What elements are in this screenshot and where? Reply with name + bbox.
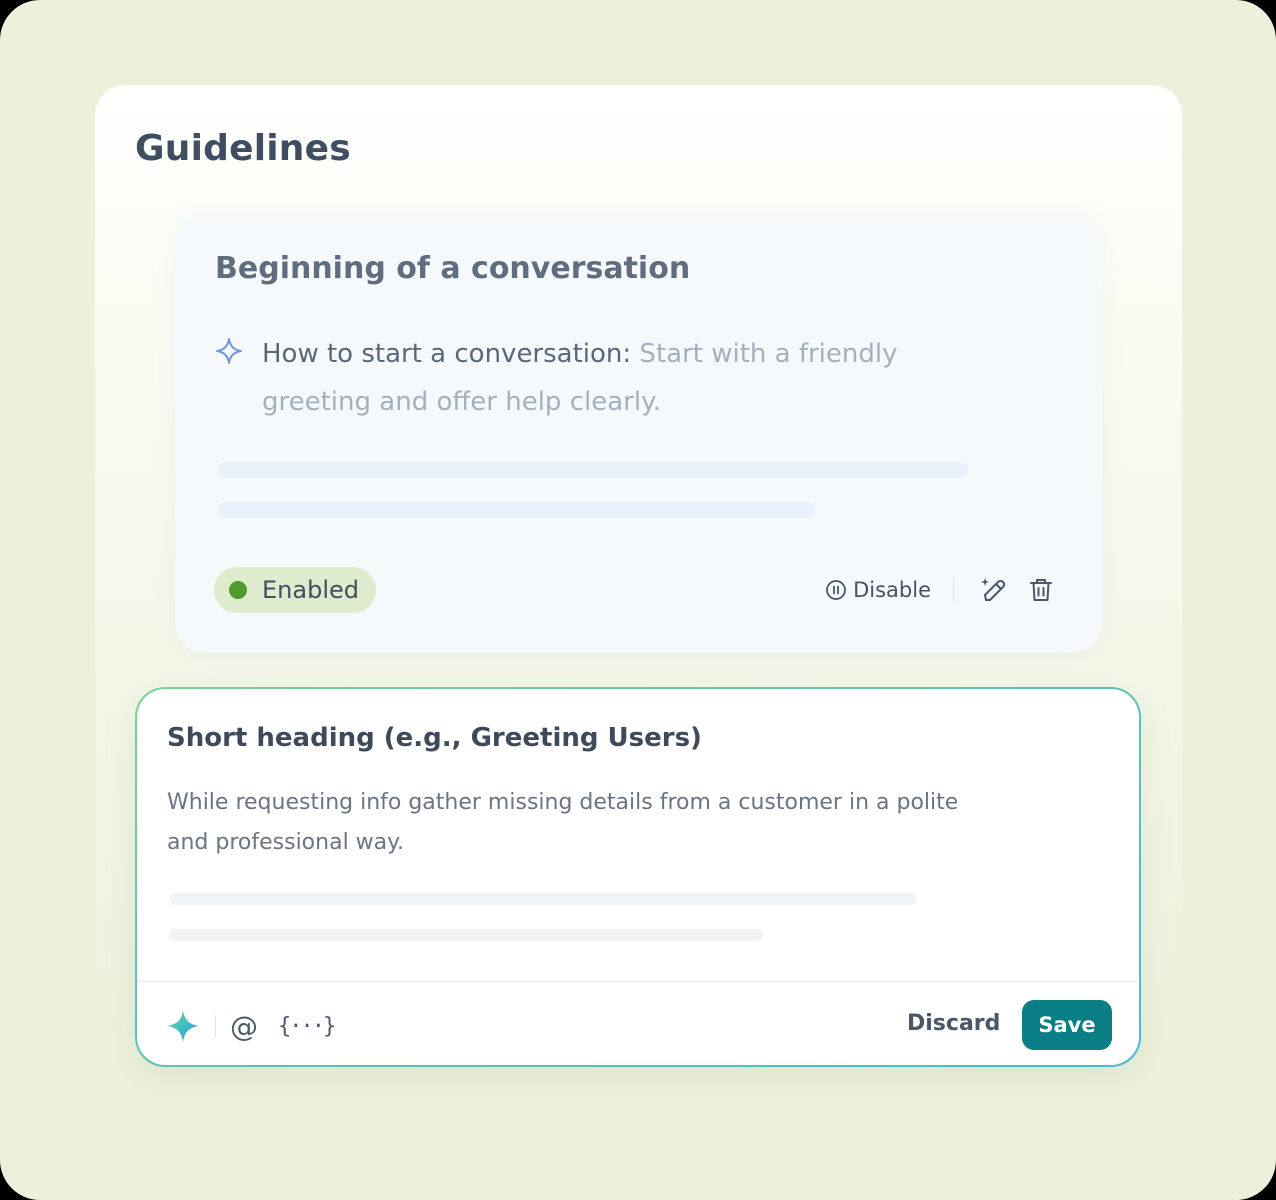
magic-edit-icon [981,578,1006,601]
skeleton-line [218,462,968,478]
divider [953,578,954,602]
skeleton-line [218,502,815,518]
divider [215,1015,216,1037]
pause-circle-icon [826,580,846,600]
mention-button[interactable]: @ [230,1010,258,1043]
delete-button[interactable] [1024,573,1058,607]
variable-icon: {···} [278,1013,336,1039]
sparkle-icon [216,338,242,364]
editor-divider [137,981,1139,982]
guideline-card[interactable]: Beginning of a conversation How to start… [175,215,1102,653]
guideline-rule: How to start a conversation: Start with … [215,330,935,426]
variable-button[interactable]: {···} [278,1013,336,1039]
guideline-actions: Disable [825,573,1058,607]
disable-label: Disable [853,578,931,602]
ai-sparkle-icon [167,1010,199,1042]
status-dot [229,581,247,599]
discard-button[interactable]: Discard [907,1011,1000,1036]
rule-label: How to start a conversation: [262,339,632,369]
guideline-text-input[interactable]: While requesting info gather missing det… [167,783,987,863]
editor-surface[interactable]: Short heading (e.g., Greeting Users) Whi… [137,689,1139,1065]
page-title: Guidelines [135,128,351,169]
heading-input[interactable]: Short heading (e.g., Greeting Users) [167,723,702,753]
editor-toolbar: @ {···} [165,1007,336,1045]
skeleton-line [169,893,917,905]
edit-button[interactable] [976,573,1010,607]
guideline-editor[interactable]: Short heading (e.g., Greeting Users) Whi… [135,687,1141,1067]
ai-assist-button[interactable] [165,1008,201,1044]
rule-text: How to start a conversation: Start with … [262,330,935,426]
status-label: Enabled [262,576,359,604]
save-button[interactable]: Save [1022,1000,1112,1050]
app-frame: Guidelines Beginning of a conversation H… [0,0,1276,1200]
guideline-title: Beginning of a conversation [215,251,691,286]
status-badge: Enabled [214,567,376,613]
mention-icon: @ [230,1009,258,1043]
skeleton-line [169,929,763,941]
trash-icon [1030,579,1052,601]
disable-button[interactable]: Disable [825,578,931,602]
